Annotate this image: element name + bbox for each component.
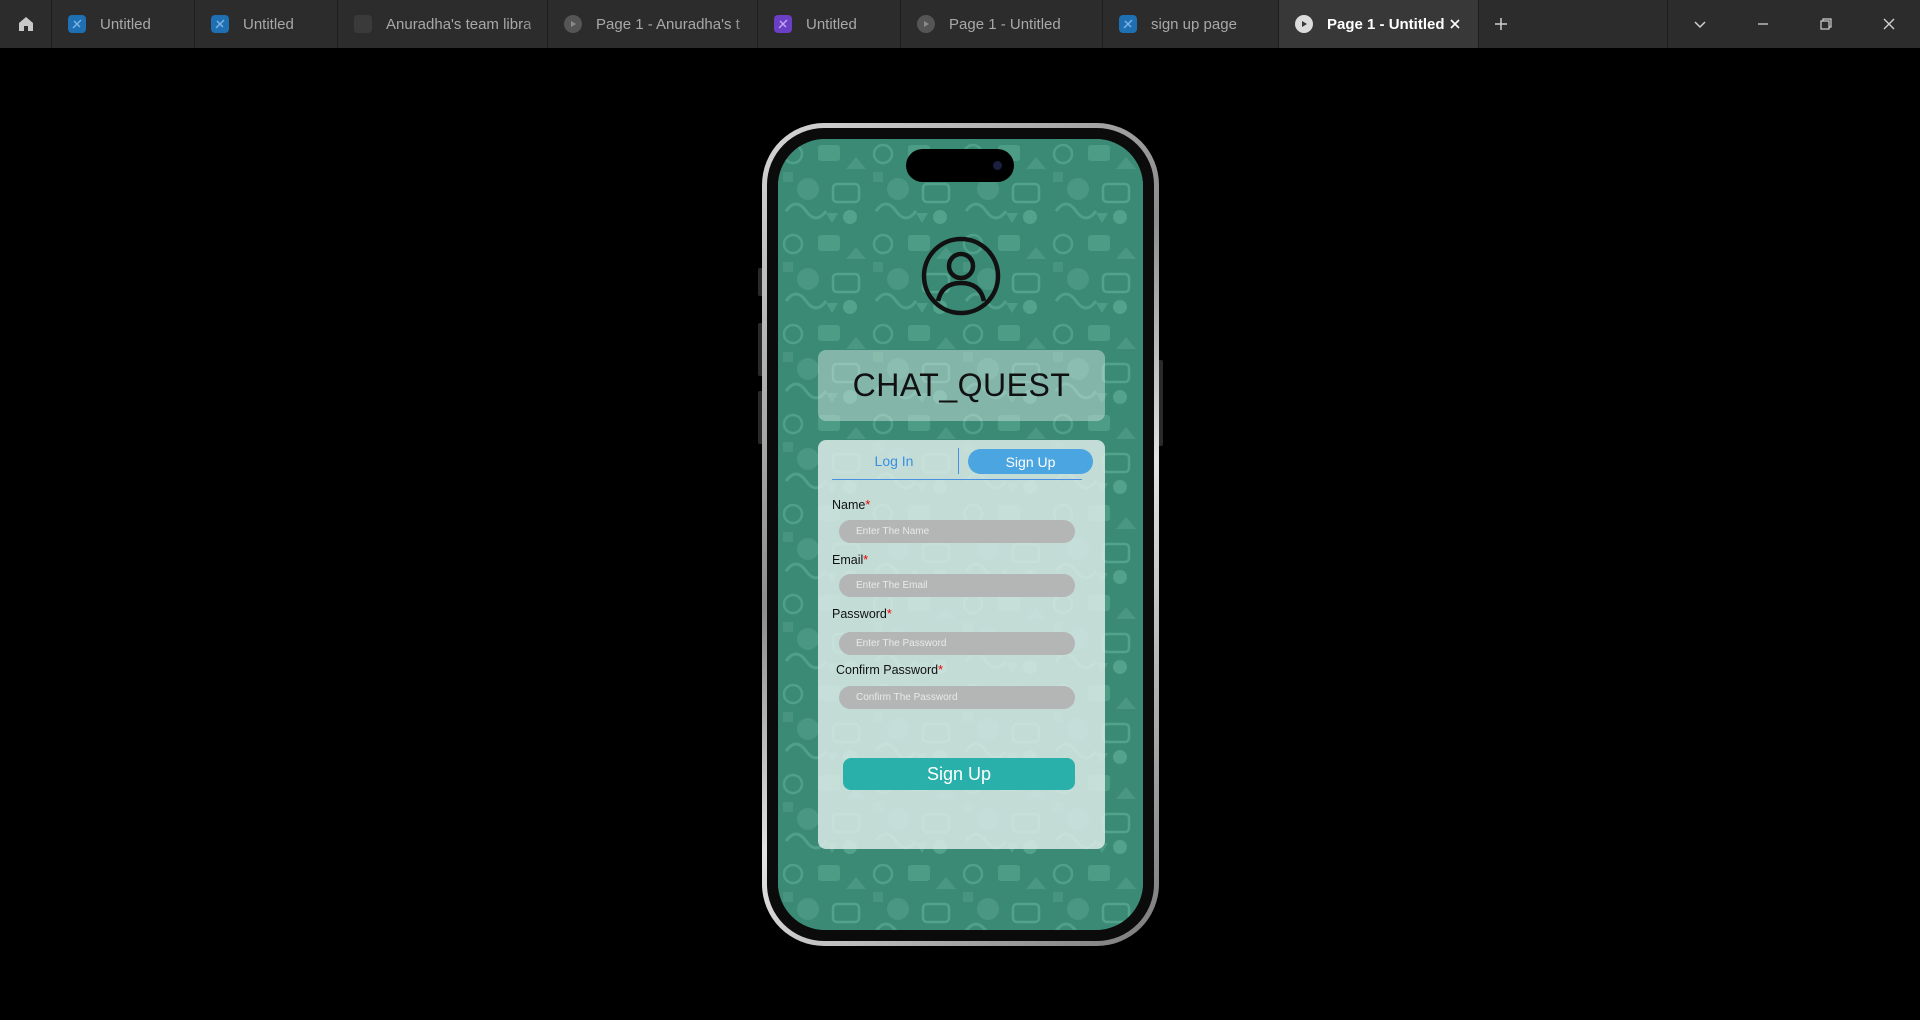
minimize-button[interactable] xyxy=(1731,0,1794,48)
required-asterisk: * xyxy=(863,553,869,567)
name-input[interactable] xyxy=(839,520,1075,543)
chevron-down-icon xyxy=(1693,21,1706,29)
confirm-password-label-text: Confirm Password xyxy=(836,663,939,677)
tab-label: Page 1 - Untitled xyxy=(949,15,1061,33)
tab-divider xyxy=(958,448,959,474)
restore-button[interactable] xyxy=(1794,0,1857,48)
required-asterisk: * xyxy=(938,663,943,677)
email-input[interactable] xyxy=(839,574,1075,597)
required-asterisk: * xyxy=(865,498,871,512)
browser-tab-bar: Untitled Untitled Anuradha's team libra … xyxy=(0,0,1920,48)
email-label: Email* xyxy=(832,553,868,567)
tab-label: Anuradha's team libra xyxy=(386,15,532,33)
slides-file-icon xyxy=(774,15,792,33)
signup-form-card: Log In Sign Up Name* Email* Password* xyxy=(818,440,1105,849)
tab-label: Untitled xyxy=(100,15,151,33)
app-title: CHAT_QUEST xyxy=(852,367,1071,403)
new-tab-button[interactable] xyxy=(1479,0,1523,48)
password-label-text: Password xyxy=(832,607,887,621)
user-avatar-icon xyxy=(921,236,1001,316)
close-icon xyxy=(1883,18,1894,30)
figjam-file-icon xyxy=(1119,15,1137,33)
prototype-play-icon xyxy=(1295,15,1313,33)
email-label-text: Email xyxy=(832,553,864,567)
confirm-password-label: Confirm Password* xyxy=(836,663,943,677)
home-icon xyxy=(18,17,33,31)
restore-icon xyxy=(1819,18,1832,30)
tab-untitled-2[interactable]: Untitled xyxy=(195,0,338,48)
close-tab-icon[interactable] xyxy=(1446,15,1464,33)
tab-sign-up-page[interactable]: sign up page xyxy=(1103,0,1279,48)
close-window-button[interactable] xyxy=(1857,0,1920,48)
tab-label: Untitled xyxy=(806,15,857,33)
tab-team-library[interactable]: Anuradha's team libra xyxy=(338,0,548,48)
phone-frame: CHAT_QUEST Log In Sign Up Name* Email* P xyxy=(762,123,1159,946)
tab-log-in[interactable]: Log In xyxy=(832,446,956,476)
figjam-file-icon xyxy=(211,15,229,33)
tab-page1-untitled[interactable]: Page 1 - Untitled xyxy=(901,0,1103,48)
tab-page1-anuradha[interactable]: Page 1 - Anuradha's t xyxy=(548,0,758,48)
plus-icon xyxy=(1495,18,1507,30)
tab-sign-up[interactable]: Sign Up xyxy=(968,449,1093,474)
prototype-play-icon xyxy=(917,15,935,33)
tab-untitled-slides[interactable]: Untitled xyxy=(758,0,901,48)
tab-label: Page 1 - Anuradha's t xyxy=(596,15,740,33)
tab-label: Page 1 - Untitled xyxy=(1327,15,1445,33)
prototype-play-icon xyxy=(564,15,582,33)
confirm-password-input[interactable] xyxy=(839,686,1075,709)
phone-bezel: CHAT_QUEST Log In Sign Up Name* Email* P xyxy=(767,128,1154,941)
password-input[interactable] xyxy=(839,632,1075,655)
camera-icon xyxy=(993,161,1002,170)
name-label: Name* xyxy=(832,498,870,512)
tab-page1-untitled-active[interactable]: Page 1 - Untitled xyxy=(1279,0,1479,48)
dynamic-island xyxy=(906,149,1014,182)
required-asterisk: * xyxy=(886,607,892,621)
figjam-file-icon xyxy=(68,15,86,33)
password-label: Password* xyxy=(832,607,892,621)
tab-label: Untitled xyxy=(243,15,294,33)
tab-label: sign up page xyxy=(1151,15,1237,33)
app-screen: CHAT_QUEST Log In Sign Up Name* Email* P xyxy=(778,139,1143,930)
tab-untitled-1[interactable]: Untitled xyxy=(52,0,195,48)
name-label-text: Name xyxy=(832,498,866,512)
home-button[interactable] xyxy=(0,0,52,48)
sign-up-button[interactable]: Sign Up xyxy=(843,758,1075,790)
minimize-icon xyxy=(1757,23,1768,25)
auth-tabs: Log In Sign Up xyxy=(832,446,1093,480)
app-title-box: CHAT_QUEST xyxy=(818,350,1105,421)
team-library-icon xyxy=(354,15,372,33)
window-controls xyxy=(1667,0,1920,48)
tab-list-button[interactable] xyxy=(1668,0,1731,48)
